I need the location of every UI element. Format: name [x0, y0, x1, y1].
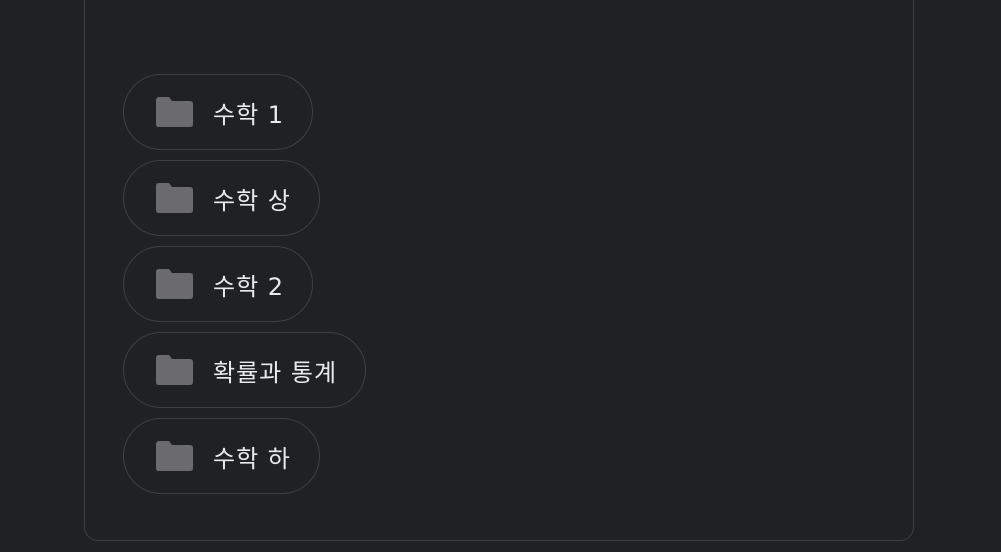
folder-list: 수학 1 수학 상 수학 2 확률과 통계 수학 하 — [123, 74, 367, 494]
folder-chip-math-1[interactable]: 수학 1 — [123, 74, 314, 150]
folder-label: 수학 2 — [213, 272, 285, 301]
folder-icon — [156, 269, 193, 299]
folder-chip-probability-statistics[interactable]: 확률과 통계 — [123, 332, 367, 408]
page: 수학 1 수학 상 수학 2 확률과 통계 수학 하 — [0, 0, 1001, 552]
folder-icon — [156, 183, 193, 213]
folder-chip-math-lower[interactable]: 수학 하 — [123, 418, 320, 494]
folder-chip-math-upper[interactable]: 수학 상 — [123, 160, 320, 236]
folder-label: 수학 상 — [213, 186, 291, 215]
folder-icon — [156, 441, 193, 471]
folder-icon — [156, 355, 193, 385]
folder-icon — [156, 97, 193, 127]
folder-chip-math-2[interactable]: 수학 2 — [123, 246, 314, 322]
folder-label: 확률과 통계 — [213, 358, 338, 387]
folder-label: 수학 1 — [213, 100, 285, 129]
folder-label: 수학 하 — [213, 444, 291, 473]
